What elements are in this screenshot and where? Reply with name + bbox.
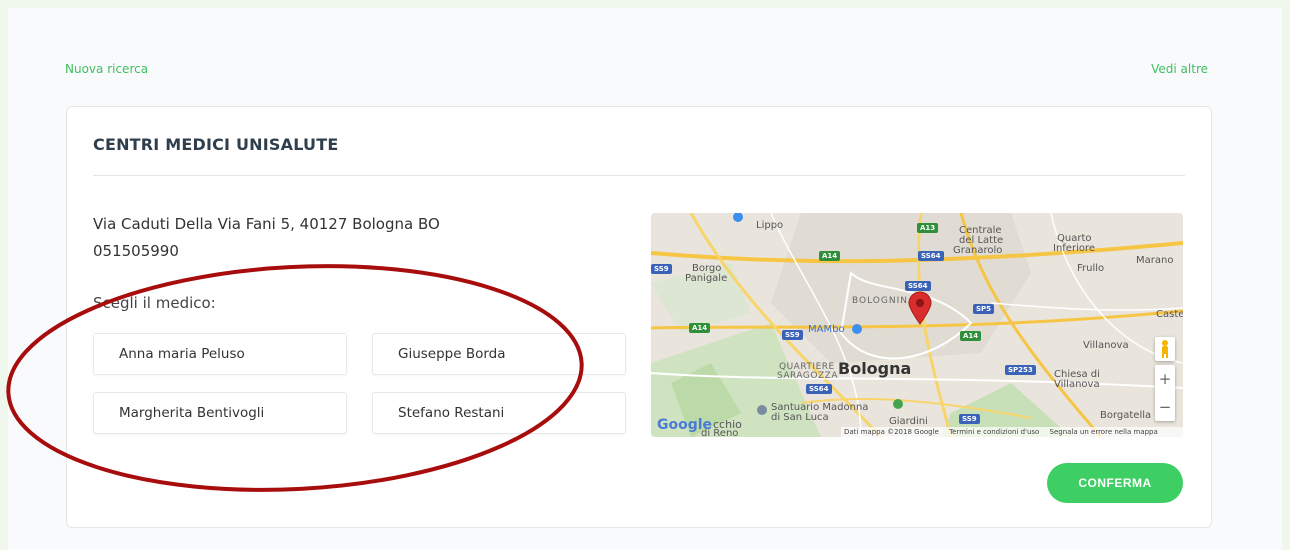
choose-doctor-label: Scegli il medico: (93, 294, 216, 312)
map-label-bologna: Bologna (838, 359, 912, 378)
map-label-inferiore: Inferiore (1053, 243, 1096, 254)
doctor-option-peluso[interactable]: Anna maria Peluso (93, 333, 347, 375)
zoom-in-button[interactable]: + (1155, 365, 1175, 393)
map-attribution: Dati mappa ©2018 Google Termini e condiz… (841, 427, 1183, 437)
map-label-caste: Caste (1156, 309, 1183, 320)
road-shield: SS9 (782, 330, 803, 340)
road-shield: SS64 (806, 384, 832, 394)
map-label-granarolo: Granarolo (953, 245, 1003, 256)
road-shield: SS9 (959, 414, 980, 424)
map-label-villanova: Villanova (1083, 340, 1129, 351)
terms-link[interactable]: Termini e condizioni d'uso (949, 428, 1039, 436)
doctor-option-restani[interactable]: Stefano Restani (372, 392, 626, 434)
map-label-panigale: Panigale (685, 273, 728, 284)
report-error-link[interactable]: Segnala un errore nella mappa (1050, 428, 1158, 436)
medical-center-card: CENTRI MEDICI UNISALUTE Via Caduti Della… (66, 106, 1212, 528)
map-marker-icon[interactable] (907, 291, 933, 325)
page: Nuova ricerca Vedi altre CENTRI MEDICI U… (8, 8, 1282, 550)
zoom-control: + − (1155, 365, 1175, 421)
map-label-giardini: Giardini (889, 416, 928, 427)
map-label-saragozza: SARAGOZZA (777, 371, 838, 381)
road-shield: A14 (819, 251, 841, 261)
road-shield: SS9 (651, 264, 672, 274)
map-label-frullo: Frullo (1077, 263, 1105, 274)
confirm-button[interactable]: CONFERMA (1047, 463, 1183, 503)
road-shield: A13 (917, 223, 939, 233)
phone-text: 051505990 (93, 242, 179, 260)
map-label-mambo: MAMbo (808, 324, 845, 335)
map-label-lippo: Lippo (756, 220, 784, 231)
map-label-bolognina: BOLOGNINA (852, 296, 916, 306)
road-shield: SP253 (1005, 365, 1036, 375)
map-label-marano: Marano (1136, 255, 1174, 266)
see-more-link[interactable]: Vedi altre (1151, 62, 1208, 76)
doctor-option-bentivogli[interactable]: Margherita Bentivogli (93, 392, 347, 434)
map-label-villanova-2: Villanova (1054, 379, 1100, 390)
map-label-borgatella: Borgatella (1100, 410, 1152, 421)
road-shield: A14 (689, 323, 711, 333)
doctor-option-borda[interactable]: Giuseppe Borda (372, 333, 626, 375)
road-shield: A14 (960, 331, 982, 341)
google-logo[interactable]: Google (657, 417, 712, 433)
road-shield: SP5 (973, 304, 995, 314)
road-shield: SS64 (905, 281, 931, 291)
address-text: Via Caduti Della Via Fani 5, 40127 Bolog… (93, 215, 440, 233)
pegman-icon[interactable] (1155, 337, 1175, 361)
new-search-link[interactable]: Nuova ricerca (65, 62, 148, 76)
divider (93, 175, 1185, 176)
map-data-attribution: Dati mappa ©2018 Google (844, 428, 939, 436)
card-title: CENTRI MEDICI UNISALUTE (93, 135, 339, 154)
map[interactable]: Lippo Centrale del Latte Granarolo Quart… (651, 213, 1183, 437)
map-label-di-san-luca: di San Luca (771, 412, 829, 423)
map-background (651, 213, 1183, 437)
zoom-out-button[interactable]: − (1155, 393, 1175, 421)
road-shield: SS64 (918, 251, 944, 261)
